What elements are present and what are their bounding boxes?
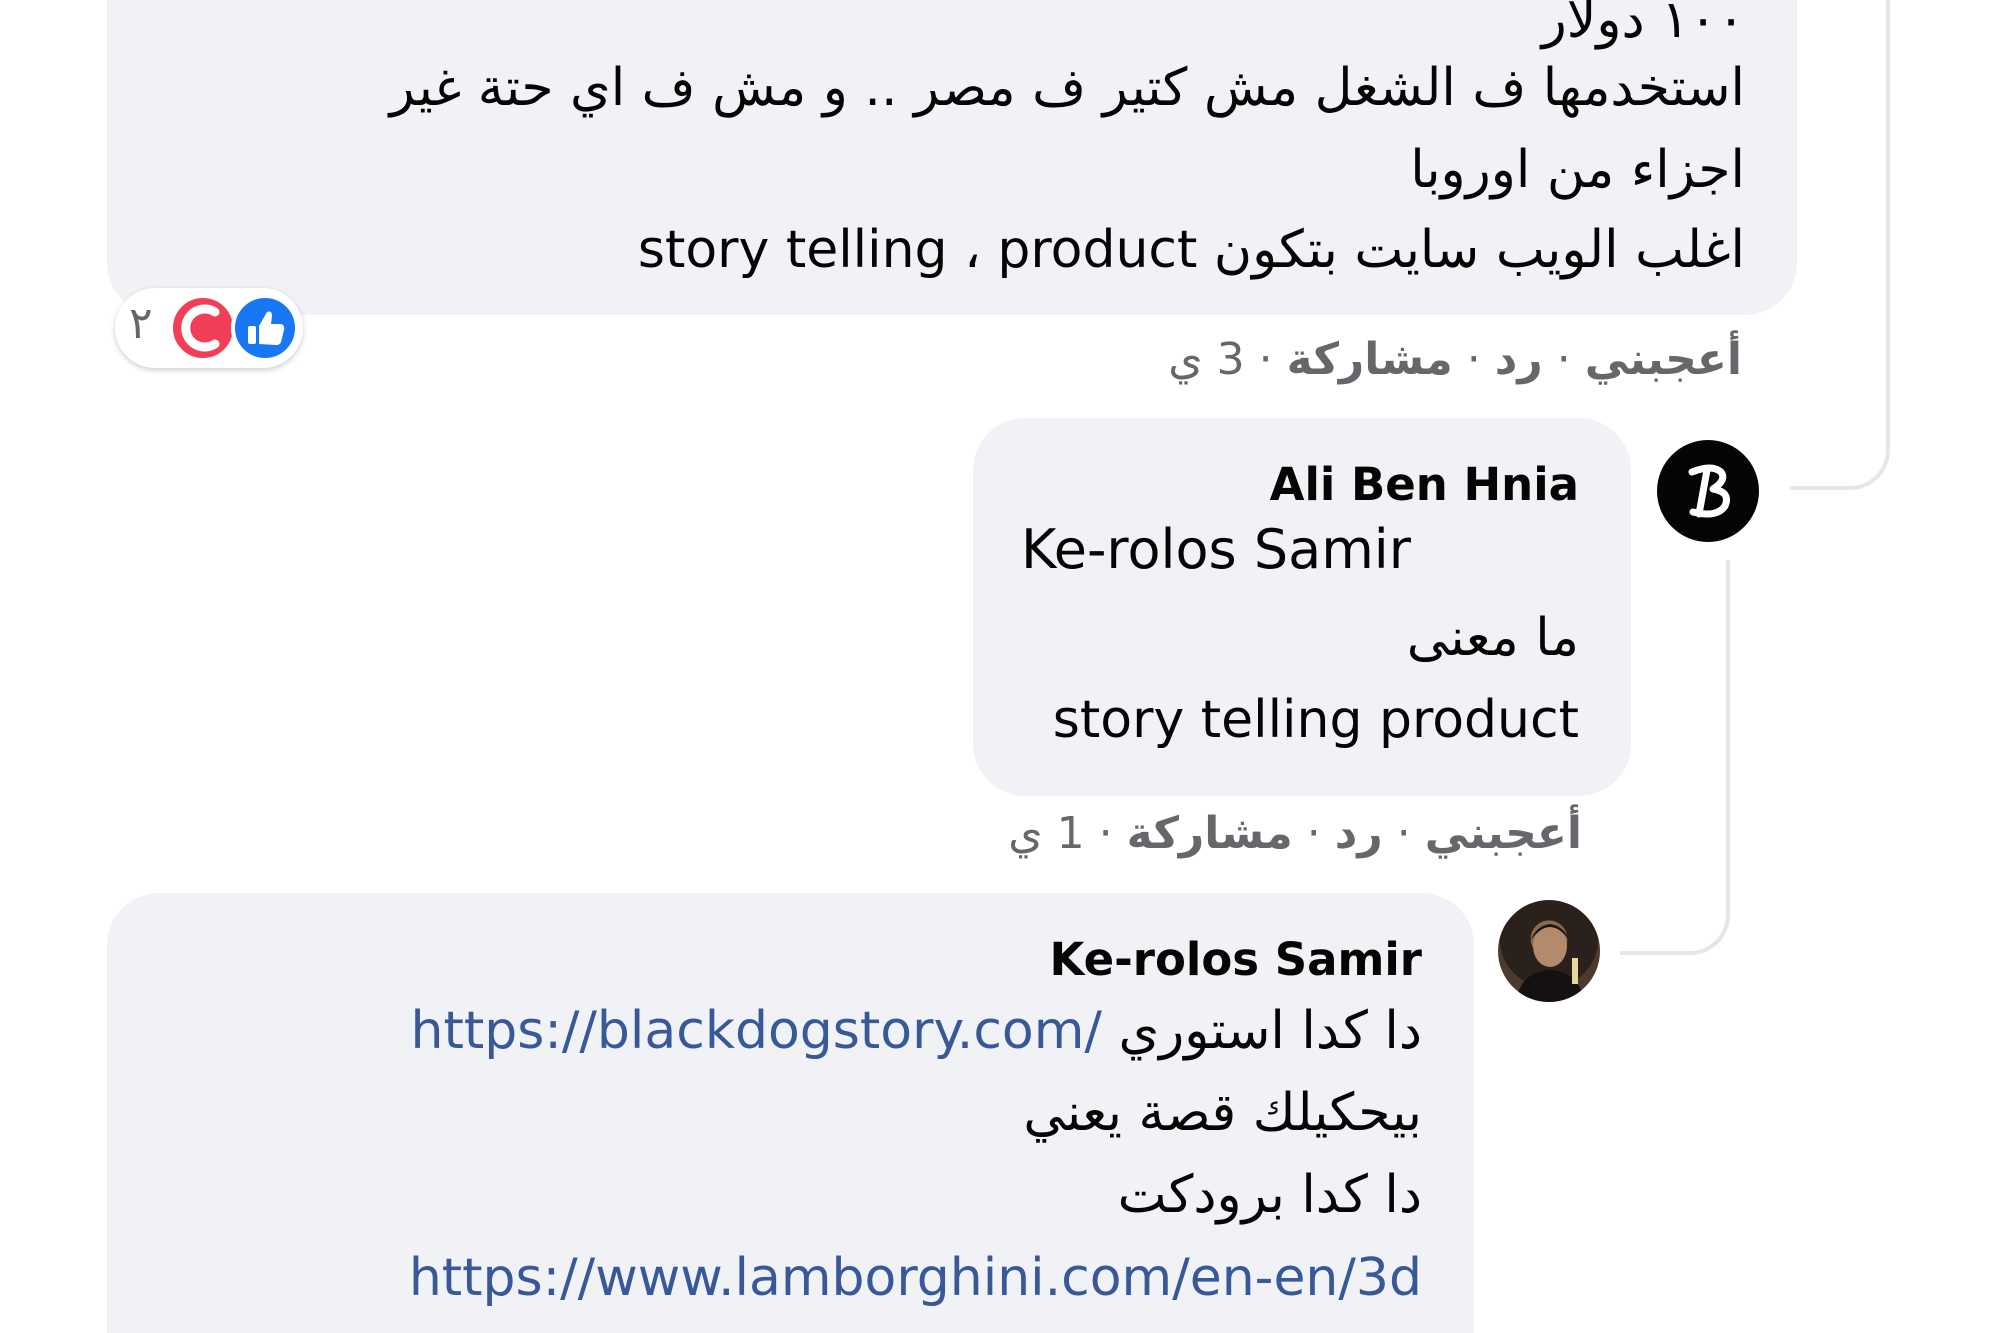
thread-line-outer	[1790, 0, 1890, 490]
profile-photo-avatar[interactable]	[1498, 900, 1600, 1002]
comment-text-line: اجزاء من اوروبا	[1410, 140, 1745, 200]
letter-b-avatar-icon[interactable]	[1657, 440, 1759, 542]
comments-page: ١٠٠ دولار استخدمها ف الشغل مش كتير ف مصر…	[0, 0, 2000, 1333]
comment-text-line: دا كدا استوري https://blackdogstory.com/	[411, 991, 1422, 1071]
reply-link[interactable]: رد	[1495, 334, 1543, 385]
comment-text-line: استخدمها ف الشغل مش كتير ف مصر .. و مش ف…	[389, 58, 1745, 118]
timestamp[interactable]: 1 ي	[1008, 808, 1084, 859]
comment-author[interactable]: Ke-rolos Samir	[1050, 933, 1422, 986]
comment-text-line: story telling product	[1052, 690, 1579, 750]
comment-bubble-1: ١٠٠ دولار استخدمها ف الشغل مش كتير ف مصر…	[107, 0, 1797, 315]
comment-bubble-3: Ke-rolos Samir دا كدا استوري https://bla…	[107, 893, 1474, 1333]
profile-photo-glyph	[1516, 924, 1584, 1002]
separator: ·	[1396, 808, 1411, 859]
separator: ·	[1306, 808, 1321, 859]
share-link[interactable]: مشاركة	[1127, 808, 1293, 859]
lamborghini-link[interactable]: https://www.lamborghini.com/en-en/3d	[409, 1238, 1422, 1318]
care-icon	[169, 294, 237, 362]
comment-text-line: اغلب الويب سايت بتكون story telling ، pr…	[637, 220, 1745, 280]
comment-text-line: بيحكيلك قصة يعني	[1023, 1083, 1422, 1143]
separator: ·	[1466, 334, 1481, 385]
comment-actions-2: أعجبني · رد · مشاركة · 1 ي	[1008, 808, 1582, 859]
reactions-summary[interactable]: ٢	[115, 288, 303, 368]
thread-line-inner	[1620, 560, 1730, 955]
separator: ·	[1098, 808, 1113, 859]
like-link[interactable]: أعجبني	[1585, 334, 1742, 385]
like-icon	[231, 294, 299, 362]
share-link[interactable]: مشاركة	[1287, 334, 1453, 385]
blackdogstory-link[interactable]: https://blackdogstory.com/	[411, 1001, 1102, 1061]
comment-actions-1: أعجبني · رد · مشاركة · 3 ي	[1168, 334, 1742, 385]
like-link[interactable]: أعجبني	[1425, 808, 1582, 859]
letter-b-glyph	[1688, 464, 1730, 518]
separator: ·	[1556, 334, 1571, 385]
timestamp[interactable]: 3 ي	[1168, 334, 1244, 385]
separator: ·	[1258, 334, 1273, 385]
comment-text-line: ما معنى	[1406, 608, 1579, 668]
story-text: دا كدا استوري	[1118, 1001, 1422, 1061]
mentioned-user[interactable]: Ke-rolos Samir	[1021, 518, 1411, 581]
comment-author[interactable]: Ali Ben Hnia	[1270, 458, 1579, 511]
comment-text-line: دا كدا برودكت	[1117, 1165, 1422, 1225]
reaction-count: ٢	[129, 298, 153, 349]
reply-link[interactable]: رد	[1335, 808, 1383, 859]
comment-bubble-2: Ali Ben Hnia Ke-rolos Samir ما معنى stor…	[973, 418, 1631, 796]
